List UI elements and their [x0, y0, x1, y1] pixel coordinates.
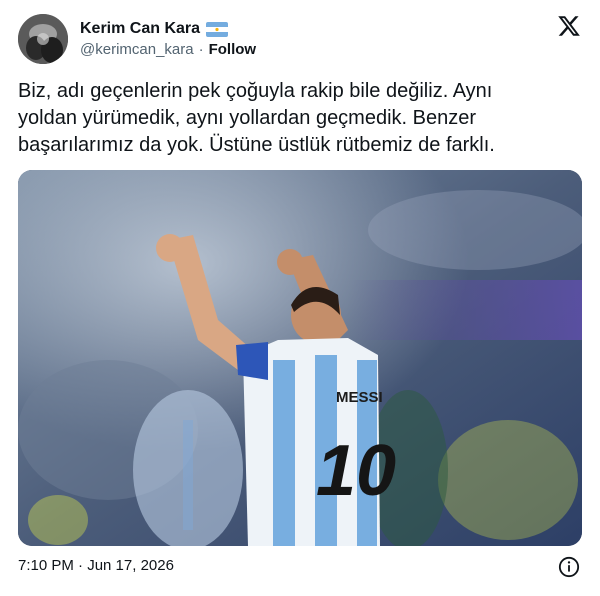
author-handle[interactable]: @kerimcan_kara: [80, 41, 194, 58]
info-icon[interactable]: [558, 556, 580, 578]
jersey-name: MESSI: [336, 389, 383, 406]
follow-button[interactable]: Follow: [209, 41, 257, 58]
jersey-number: 10: [316, 431, 396, 511]
tweet-card: Kerim Can Kara @kerimcan_kara · Follow B…: [0, 0, 600, 596]
author-name-row: Kerim Can Kara: [80, 18, 229, 40]
author-display-name[interactable]: Kerim Can Kara: [80, 20, 200, 38]
tweet-photo[interactable]: MESSI 10: [18, 170, 582, 546]
x-logo-icon[interactable]: [556, 14, 582, 38]
tweet-text: Biz, adı geçenlerin pek çoğuyla rakip bi…: [18, 80, 495, 156]
author-handle-row: @kerimcan_kara · Follow: [80, 41, 256, 58]
avatar[interactable]: [18, 14, 68, 64]
separator-dot: ·: [198, 41, 204, 58]
argentina-flag-icon: [206, 21, 229, 37]
tweet-timestamp[interactable]: 7:10 PM · Jun 17, 2026: [18, 557, 174, 574]
